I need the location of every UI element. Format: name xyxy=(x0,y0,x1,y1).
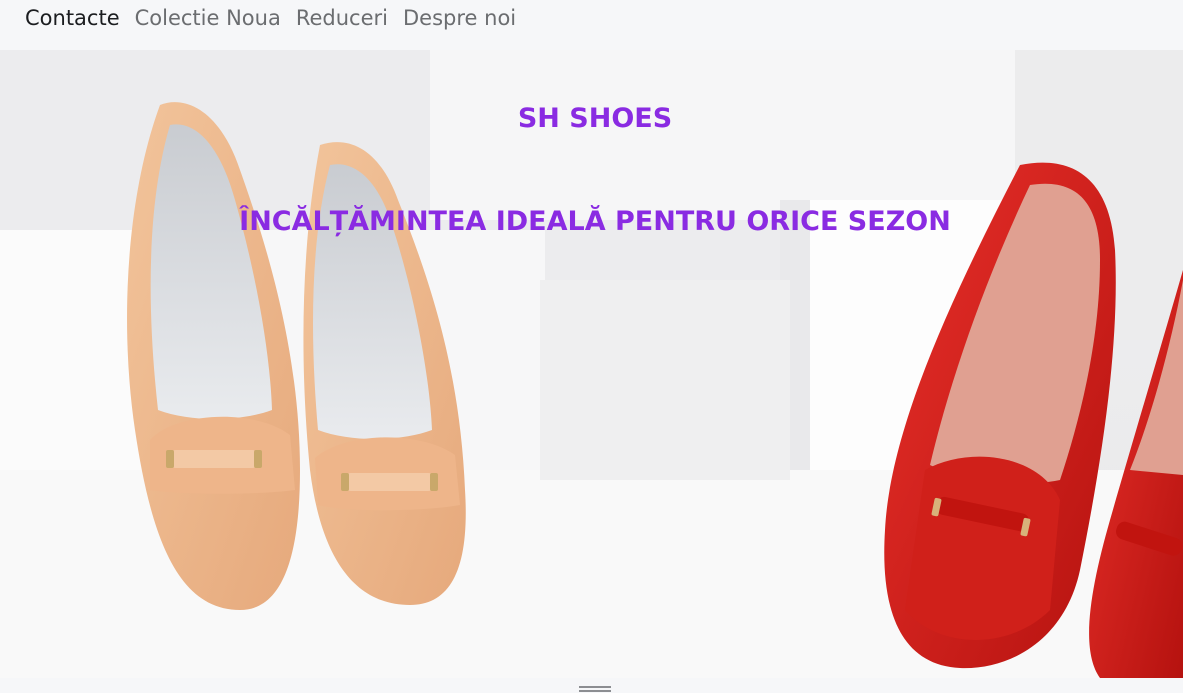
menu-icon[interactable] xyxy=(579,686,611,693)
nav-link-reduceri[interactable]: Reduceri xyxy=(296,0,388,29)
nav-link-contacte[interactable]: Contacte xyxy=(25,0,120,29)
hero-shoes-image xyxy=(0,50,1183,678)
nav-link-colectie-noua[interactable]: Colectie Noua xyxy=(135,0,281,29)
hero-tagline: ÎNCĂLȚĂMINTEA IDEALĂ PENTRU ORICE SEZON xyxy=(239,206,951,237)
top-navigation: Contacte Colectie Noua Reduceri Despre n… xyxy=(0,0,1183,50)
nav-link-despre-noi[interactable]: Despre noi xyxy=(403,0,516,29)
brand-title: SH SHOES xyxy=(517,103,673,134)
hero-banner: SH SHOES ÎNCĂLȚĂMINTEA IDEALĂ PENTRU ORI… xyxy=(0,50,1183,678)
bottom-bar xyxy=(0,678,1183,693)
